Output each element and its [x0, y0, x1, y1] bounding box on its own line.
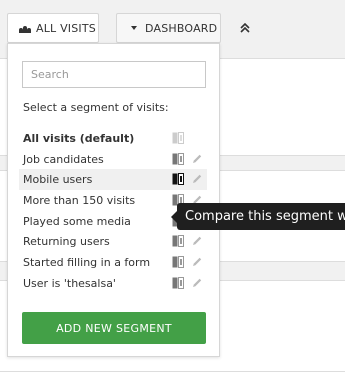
edit-pencil-icon[interactable] — [191, 235, 203, 247]
dashboard-menu-button[interactable]: DASHBOARD — [116, 13, 221, 43]
add-new-segment-button[interactable]: ADD NEW SEGMENT — [22, 312, 206, 344]
dashboard-menu-label: DASHBOARD — [145, 21, 218, 35]
compare-segment-icon[interactable] — [172, 173, 184, 186]
edit-pencil-icon[interactable] — [191, 277, 203, 289]
compare-segment-icon[interactable] — [172, 235, 184, 248]
compare-tooltip: Compare this segment w — [177, 203, 345, 230]
segment-search-input[interactable] — [22, 61, 206, 88]
caret-down-icon — [131, 26, 137, 30]
compare-segment-icon[interactable] — [172, 276, 184, 289]
segment-selector-button[interactable]: ALL VISITS — [7, 13, 99, 43]
segment-dropdown: Select a segment of visits: All visits (… — [7, 43, 220, 357]
segment-item[interactable]: Mobile users — [19, 169, 207, 191]
edit-pencil-icon[interactable] — [191, 173, 203, 185]
compare-segment-icon[interactable] — [172, 152, 184, 165]
collapse-toolbar-button[interactable] — [232, 13, 258, 43]
segment-instructions: Select a segment of visits: — [23, 101, 169, 114]
edit-pencil-icon[interactable] — [191, 153, 203, 165]
segment-selector-label: ALL VISITS — [36, 21, 96, 35]
compare-segment-icon[interactable] — [172, 132, 184, 144]
segment-item[interactable]: Job candidates — [19, 149, 207, 170]
segment-item[interactable]: All visits (default) — [19, 128, 207, 149]
edit-pencil-icon[interactable] — [191, 256, 203, 268]
segment-item[interactable]: Started filling in a form — [19, 252, 207, 273]
people-icon — [19, 24, 31, 33]
segment-item[interactable]: Returning users — [19, 231, 207, 252]
segment-item[interactable]: User is 'thesalsa' — [19, 273, 207, 294]
double-chevron-up-icon — [240, 23, 250, 33]
compare-segment-icon[interactable] — [172, 256, 184, 269]
